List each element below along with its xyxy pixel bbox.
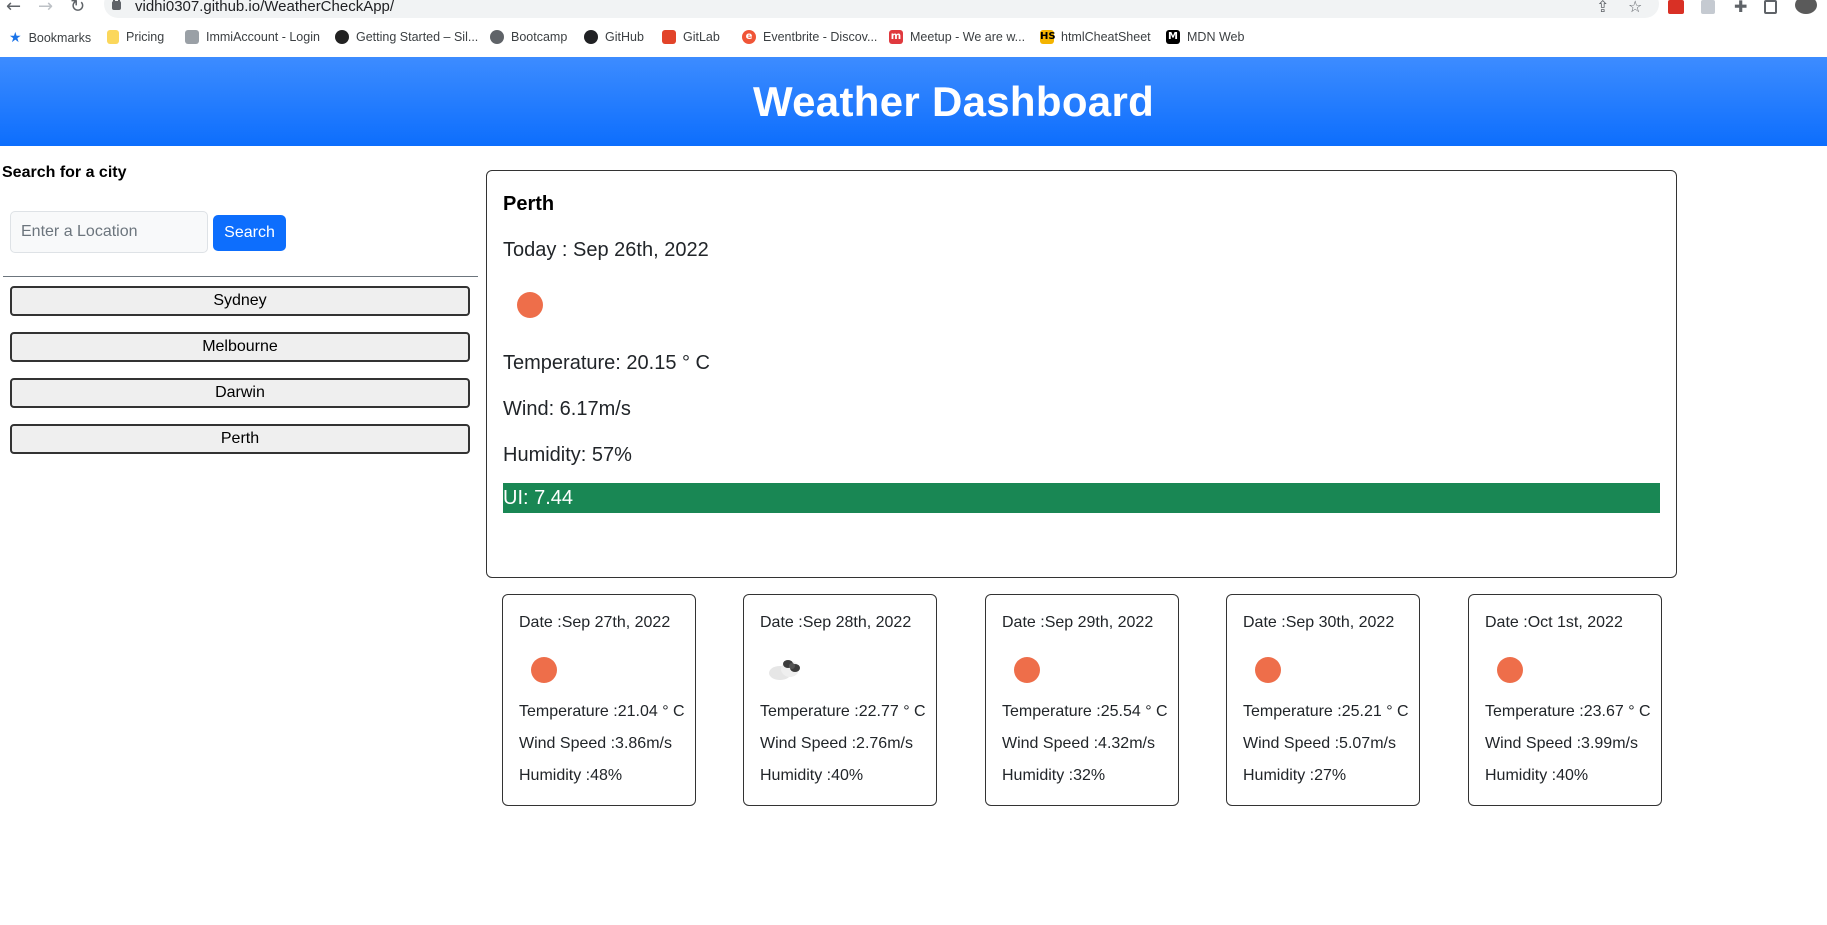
bookmark-label: MDN Web bbox=[1187, 30, 1245, 44]
forecast-date: Date :Oct 1st, 2022 bbox=[1485, 614, 1623, 631]
forward-icon[interactable]: → bbox=[38, 0, 53, 17]
bookmark-label: GitHub bbox=[605, 30, 644, 44]
silverstripe-icon bbox=[335, 30, 349, 44]
page-title: Weather Dashboard bbox=[752, 77, 1155, 125]
forecast-card: Date :Sep 30th, 2022 Temperature :25.21 … bbox=[1226, 594, 1420, 806]
forecast-wind: Wind Speed :4.32m/s bbox=[1002, 735, 1155, 752]
back-icon[interactable]: ← bbox=[6, 0, 21, 17]
current-temperature: Temperature: 20.15 ° C bbox=[503, 352, 710, 374]
bookmark-label: htmlCheatSheet bbox=[1061, 30, 1151, 44]
sun-icon bbox=[1014, 657, 1040, 683]
bookmark-label: Pricing bbox=[126, 30, 165, 44]
uv-index-bar: UI: 7.44 bbox=[503, 483, 1660, 513]
current-wind: Wind: 6.17m/s bbox=[503, 398, 631, 420]
history-city-sydney[interactable]: Sydney bbox=[10, 286, 470, 316]
reload-icon[interactable]: ↻ bbox=[70, 0, 85, 17]
sun-icon bbox=[531, 657, 557, 683]
search-button[interactable]: Search bbox=[213, 215, 286, 251]
bookmark-label: Meetup - We are w... bbox=[910, 30, 1026, 44]
browser-chrome: ← → ↻ vidhi0307.github.io/WeatherCheckAp… bbox=[0, 0, 1827, 57]
forecast-date: Date :Sep 30th, 2022 bbox=[1243, 614, 1395, 631]
history-city-darwin[interactable]: Darwin bbox=[10, 378, 470, 408]
js-extension-icon[interactable] bbox=[1701, 0, 1715, 14]
divider bbox=[3, 276, 478, 277]
search-history: Sydney Melbourne Darwin Perth bbox=[10, 286, 470, 470]
profile-avatar-icon[interactable] bbox=[1795, 0, 1817, 14]
forecast-temperature: Temperature :23.67 ° C bbox=[1485, 703, 1651, 720]
crest-icon bbox=[185, 30, 199, 44]
globe-icon bbox=[490, 30, 504, 44]
forecast-wind: Wind Speed :3.86m/s bbox=[519, 735, 672, 752]
forecast-date: Date :Sep 28th, 2022 bbox=[760, 614, 912, 631]
bookmark-item[interactable]: e Eventbrite - Discov... bbox=[742, 30, 877, 44]
forecast-humidity: Humidity :27% bbox=[1243, 767, 1347, 784]
forecast-wind: Wind Speed :3.99m/s bbox=[1485, 735, 1638, 752]
page-header: Weather Dashboard bbox=[0, 57, 1827, 146]
meetup-icon: m bbox=[889, 30, 903, 44]
github-icon bbox=[584, 30, 598, 44]
current-humidity: Humidity: 57% bbox=[503, 444, 632, 466]
url-text[interactable]: vidhi0307.github.io/WeatherCheckApp/ bbox=[135, 0, 394, 15]
sun-icon bbox=[517, 292, 543, 318]
side-panel-icon[interactable] bbox=[1764, 0, 1777, 14]
forecast-humidity: Humidity :40% bbox=[1485, 767, 1589, 784]
forecast-wind: Wind Speed :5.07m/s bbox=[1243, 735, 1396, 752]
bookmarks-bar: ★ Bookmarks Pricing ImmiAccount - Login … bbox=[0, 27, 1827, 51]
history-city-melbourne[interactable]: Melbourne bbox=[10, 332, 470, 362]
forecast-temperature: Temperature :21.04 ° C bbox=[519, 703, 685, 720]
bookmark-label: Bootcamp bbox=[511, 30, 568, 44]
htmlcheatsheet-icon: HS bbox=[1040, 30, 1056, 44]
bookmark-item[interactable]: GitHub bbox=[584, 30, 644, 44]
bookmark-item[interactable]: GitLab bbox=[662, 30, 720, 44]
current-date: Today : Sep 26th, 2022 bbox=[503, 239, 709, 261]
bookmark-item[interactable]: Bootcamp bbox=[490, 30, 567, 44]
forecast-card: Date :Sep 28th, 2022 Temperature :22.77 … bbox=[743, 594, 937, 806]
forecast-date: Date :Sep 27th, 2022 bbox=[519, 614, 671, 631]
folder-icon bbox=[107, 30, 119, 44]
bookmark-item[interactable]: Getting Started – Sil... bbox=[335, 30, 478, 44]
forecast-humidity: Humidity :48% bbox=[519, 767, 623, 784]
bookmark-label: Bookmarks bbox=[28, 31, 92, 45]
sun-icon bbox=[1255, 657, 1281, 683]
forecast-humidity: Humidity :40% bbox=[760, 767, 864, 784]
search-input[interactable] bbox=[10, 211, 208, 253]
bookmark-item[interactable]: ImmiAccount - Login bbox=[185, 30, 320, 44]
forecast-date: Date :Sep 29th, 2022 bbox=[1002, 614, 1154, 631]
search-title: Search for a city bbox=[2, 164, 127, 181]
sun-icon bbox=[1497, 657, 1523, 683]
forecast-temperature: Temperature :22.77 ° C bbox=[760, 703, 926, 720]
share-icon[interactable]: ⇪ bbox=[1596, 0, 1609, 16]
bookmark-label: Getting Started – Sil... bbox=[356, 30, 479, 44]
forecast-card: Date :Oct 1st, 2022 Temperature :23.67 °… bbox=[1468, 594, 1662, 806]
bookmark-label: ImmiAccount - Login bbox=[206, 30, 320, 44]
forecast-card: Date :Sep 27th, 2022 Temperature :21.04 … bbox=[502, 594, 696, 806]
bookmark-item[interactable]: HS htmlCheatSheet bbox=[1040, 30, 1151, 44]
forecast-wind: Wind Speed :2.76m/s bbox=[760, 735, 913, 752]
mdn-icon: M bbox=[1166, 30, 1180, 44]
current-city-name: Perth bbox=[503, 193, 555, 215]
lock-icon[interactable] bbox=[112, 0, 121, 10]
bookmark-label: GitLab bbox=[683, 30, 720, 44]
forecast-temperature: Temperature :25.54 ° C bbox=[1002, 703, 1168, 720]
forecast-card: Date :Sep 29th, 2022 Temperature :25.54 … bbox=[985, 594, 1179, 806]
bookmark-item[interactable]: m Meetup - We are w... bbox=[889, 30, 1025, 44]
current-weather-card: Perth Today : Sep 26th, 2022 Temperature… bbox=[486, 170, 1677, 578]
forecast-temperature: Temperature :25.21 ° C bbox=[1243, 703, 1409, 720]
star-icon: ★ bbox=[9, 30, 22, 46]
browser-toolbar: ← → ↻ vidhi0307.github.io/WeatherCheckAp… bbox=[0, 0, 1827, 18]
extensions-puzzle-icon[interactable]: ✚ bbox=[1734, 0, 1747, 16]
eventbrite-icon: e bbox=[742, 30, 756, 44]
forecast-humidity: Humidity :32% bbox=[1002, 767, 1106, 784]
pdf-extension-icon[interactable] bbox=[1668, 0, 1684, 14]
cloud-icon bbox=[769, 660, 800, 680]
history-city-perth[interactable]: Perth bbox=[10, 424, 470, 454]
bookmark-item[interactable]: ★ Bookmarks bbox=[9, 30, 91, 46]
bookmark-item[interactable]: Pricing bbox=[107, 30, 164, 44]
bookmark-star-icon[interactable]: ☆ bbox=[1628, 0, 1642, 16]
bookmark-item[interactable]: M MDN Web bbox=[1166, 30, 1244, 44]
bookmark-label: Eventbrite - Discov... bbox=[763, 30, 878, 44]
gitlab-icon bbox=[662, 30, 676, 44]
